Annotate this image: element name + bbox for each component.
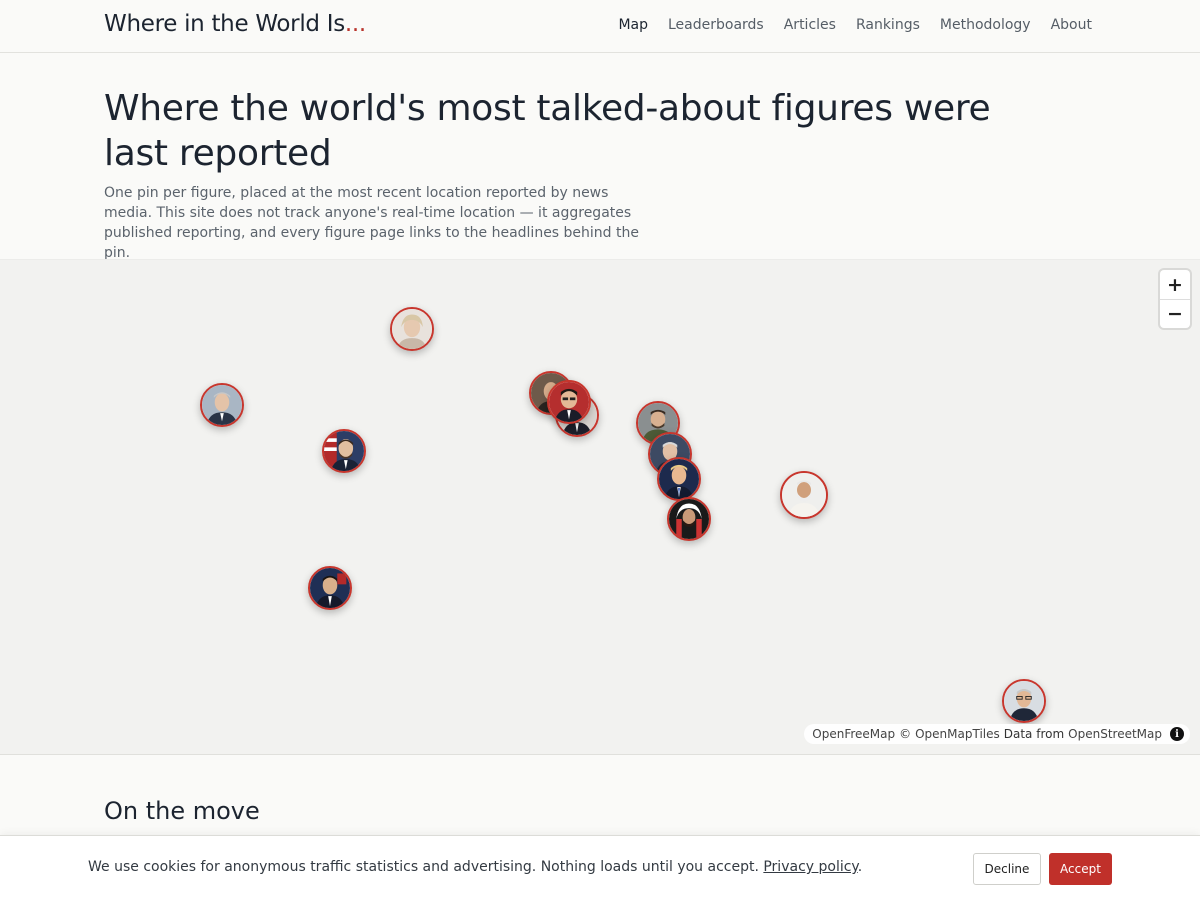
portrait-icon <box>392 309 432 349</box>
page-title: Where the world's most talked-about figu… <box>104 88 991 174</box>
portrait-icon <box>669 499 709 539</box>
main-nav: Map Leaderboards Articles Rankings Metho… <box>618 17 1092 33</box>
figure-pin[interactable] <box>308 566 352 610</box>
portrait-icon <box>659 459 699 499</box>
info-icon[interactable]: i <box>1170 727 1184 741</box>
world-map[interactable]: + − OpenFreeMap © OpenMapTiles Data from… <box>0 259 1200 755</box>
data-from-label: Data from <box>1003 727 1065 741</box>
portrait-icon <box>549 382 589 422</box>
accept-button[interactable]: Accept <box>1049 853 1112 885</box>
on-the-move-heading: On the move <box>104 797 260 825</box>
portrait-icon <box>202 385 242 425</box>
privacy-policy-link[interactable]: Privacy policy <box>763 859 857 875</box>
openfreemap-link[interactable]: OpenFreeMap <box>812 727 895 741</box>
figure-pin[interactable] <box>1002 679 1046 723</box>
decline-button[interactable]: Decline <box>973 853 1041 885</box>
figure-pin[interactable] <box>322 429 366 473</box>
brand-text[interactable]: Where in the World Is <box>104 11 345 37</box>
brand-ellipsis[interactable]: ... <box>345 11 366 37</box>
nav-map[interactable]: Map <box>618 17 648 33</box>
figure-pin[interactable] <box>200 383 244 427</box>
portrait-icon <box>1004 681 1044 721</box>
nav-leaderboards[interactable]: Leaderboards <box>668 17 764 33</box>
openmaptiles-link[interactable]: OpenMapTiles <box>915 727 1000 741</box>
nav-articles[interactable]: Articles <box>784 17 836 33</box>
figure-pin[interactable] <box>390 307 434 351</box>
page-subtitle: One pin per figure, placed at the most r… <box>104 185 639 261</box>
zoom-in-button[interactable]: + <box>1160 270 1190 299</box>
nav-rankings[interactable]: Rankings <box>856 17 920 33</box>
cookie-text: We use cookies for anonymous traffic sta… <box>88 859 759 875</box>
portrait-icon <box>782 473 826 517</box>
copyright-symbol: © <box>899 727 912 741</box>
zoom-controls: + − <box>1160 270 1190 328</box>
openstreetmap-link[interactable]: OpenStreetMap <box>1068 727 1162 741</box>
map-attribution: OpenFreeMap © OpenMapTiles Data from Ope… <box>804 724 1190 744</box>
portrait-icon <box>310 568 350 608</box>
figure-pin[interactable] <box>780 471 828 519</box>
zoom-out-button[interactable]: − <box>1160 299 1190 328</box>
site-logo[interactable]: Where in the World Is... <box>104 11 366 37</box>
site-header: Where in the World Is... Map Leaderboard… <box>0 0 1200 53</box>
figure-pin[interactable] <box>657 457 701 501</box>
figure-pin[interactable] <box>547 380 591 424</box>
nav-about[interactable]: About <box>1051 17 1092 33</box>
portrait-icon <box>324 431 364 471</box>
figure-pin[interactable] <box>667 497 711 541</box>
cookie-banner: We use cookies for anonymous traffic sta… <box>0 835 1200 900</box>
cookie-period: . <box>857 859 863 875</box>
cookie-message: We use cookies for anonymous traffic sta… <box>88 859 862 875</box>
nav-methodology[interactable]: Methodology <box>940 17 1031 33</box>
